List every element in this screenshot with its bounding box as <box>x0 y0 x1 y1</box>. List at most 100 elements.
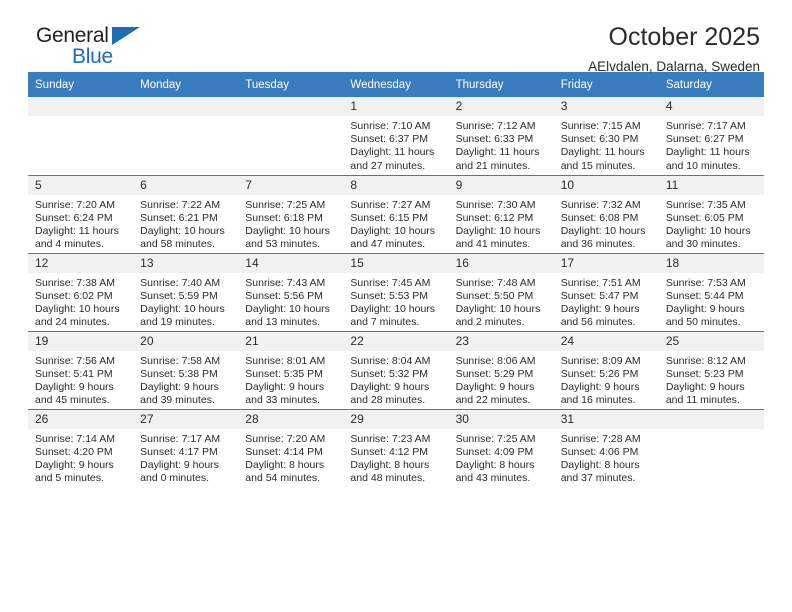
calendar-day-cell[interactable]: 6 Sunrise: 7:22 AM Sunset: 6:21 PM Daylight… <box>133 174 239 253</box>
calendar-day-cell[interactable]: 22 Sunrise: 8:04 AM Sunset: 5:32 PM Dayligh… <box>343 330 449 409</box>
calendar-cell-empty <box>658 408 764 487</box>
sunrise-text: Sunrise: 7:15 AM <box>560 120 641 132</box>
sunset-text: Sunset: 4:17 PM <box>140 445 218 458</box>
calendar-day-cell[interactable]: 24 Sunrise: 8:09 AM Sunset: 5:26 PM Dayligh… <box>553 330 659 409</box>
calendar-day-cell[interactable]: 13 Sunrise: 7:40 AM Sunset: 5:59 PM Dayligh… <box>133 252 239 331</box>
calendar-day-cell[interactable]: 18 Sunrise: 7:53 AM Sunset: 5:44 PM Dayligh… <box>658 252 764 331</box>
calendar-day-cell[interactable]: 15 Sunrise: 7:45 AM Sunset: 5:53 PM Dayligh… <box>343 252 449 331</box>
calendar-week-row: 26 Sunrise: 7:14 AM Sunset: 4:20 PM Dayligh… <box>28 408 764 487</box>
daylight-text-line1: Daylight: 9 hours <box>245 380 325 393</box>
daylight-text-line1: Daylight: 8 hours <box>560 458 640 471</box>
day-number: 19 <box>28 331 134 351</box>
calendar-day-cell[interactable]: 3 Sunrise: 7:15 AM Sunset: 6:30 PM Daylight… <box>553 97 659 175</box>
calendar-day-cell[interactable]: 2 Sunrise: 7:12 AM Sunset: 6:33 PM Daylight… <box>448 97 554 175</box>
day-number: 12 <box>28 253 134 273</box>
day-details: Sunrise: 7:45 AM Sunset: 5:53 PM Daylight:… <box>343 273 448 330</box>
calendar-day-cell[interactable]: 17 Sunrise: 7:51 AM Sunset: 5:47 PM Dayligh… <box>553 252 659 331</box>
calendar-day-cell[interactable]: 25 Sunrise: 8:12 AM Sunset: 5:23 PM Dayligh… <box>658 330 764 409</box>
calendar-day-cell[interactable]: 20 Sunrise: 7:58 AM Sunset: 5:38 PM Dayligh… <box>133 330 239 409</box>
calendar-day-cell[interactable]: 4 Sunrise: 7:17 AM Sunset: 6:27 PM Daylight… <box>658 97 764 175</box>
calendar-body: 1 Sunrise: 7:10 AM Sunset: 6:37 PM Daylight… <box>28 97 764 487</box>
calendar-day-cell[interactable]: 7 Sunrise: 7:25 AM Sunset: 6:18 PM Daylight… <box>238 174 344 253</box>
day-number: 3 <box>553 97 659 116</box>
sunset-text: Sunset: 6:15 PM <box>350 211 429 224</box>
sunrise-text: Sunrise: 8:12 AM <box>665 354 746 367</box>
day-number: 29 <box>343 409 449 429</box>
daylight-text-line1: Daylight: 10 hours <box>455 302 541 315</box>
daylight-text-line2: and 53 minutes. <box>245 238 320 251</box>
daylight-text-line1: Daylight: 11 hours <box>35 224 119 237</box>
day-number <box>133 97 239 116</box>
sunrise-text: Sunrise: 7:40 AM <box>140 276 221 289</box>
day-number: 13 <box>133 253 239 273</box>
day-number: 9 <box>448 175 554 195</box>
calendar-page: General Blue October 2025 AElvdalen, Dal… <box>0 0 792 612</box>
day-number: 23 <box>448 331 554 351</box>
day-details: Sunrise: 7:17 AM Sunset: 6:27 PM Daylight:… <box>659 116 764 173</box>
day-details: Sunrise: 7:43 AM Sunset: 5:56 PM Daylight:… <box>238 273 343 330</box>
daylight-text-line2: and 27 minutes. <box>350 159 426 172</box>
daylight-text-line1: Daylight: 10 hours <box>245 224 330 237</box>
sunrise-text: Sunrise: 7:56 AM <box>35 354 115 367</box>
sunrise-text: Sunrise: 7:38 AM <box>35 276 115 289</box>
calendar-day-cell[interactable]: 14 Sunrise: 7:43 AM Sunset: 5:56 PM Dayligh… <box>238 252 344 331</box>
calendar-cell-empty <box>238 97 344 175</box>
daylight-text-line1: Daylight: 8 hours <box>455 458 535 471</box>
calendar-day-cell[interactable]: 1 Sunrise: 7:10 AM Sunset: 6:37 PM Daylight… <box>343 97 449 175</box>
calendar-day-cell[interactable]: 11 Sunrise: 7:35 AM Sunset: 6:05 PM Dayligh… <box>658 174 764 253</box>
daylight-text-line2: and 2 minutes. <box>455 316 525 329</box>
sunset-text: Sunset: 4:14 PM <box>245 445 323 458</box>
sunrise-text: Sunrise: 7:22 AM <box>140 198 221 211</box>
day-details: Sunrise: 7:58 AM Sunset: 5:38 PM Daylight:… <box>133 351 238 408</box>
page-header: General Blue October 2025 AElvdalen, Dal… <box>28 0 764 75</box>
day-number: 6 <box>133 175 239 195</box>
daylight-text-line2: and 21 minutes. <box>455 159 531 172</box>
sunrise-text: Sunrise: 7:20 AM <box>35 198 115 211</box>
day-number: 26 <box>28 409 134 429</box>
calendar-day-cell[interactable]: 19 Sunrise: 7:56 AM Sunset: 5:41 PM Dayligh… <box>28 330 134 409</box>
day-number: 4 <box>658 97 764 116</box>
calendar-day-cell[interactable]: 23 Sunrise: 8:06 AM Sunset: 5:29 PM Dayligh… <box>448 330 554 409</box>
day-details: Sunrise: 8:04 AM Sunset: 5:32 PM Daylight:… <box>343 351 448 408</box>
daylight-text-line1: Daylight: 9 hours <box>350 380 430 393</box>
calendar-day-cell[interactable]: 10 Sunrise: 7:32 AM Sunset: 6:08 PM Dayligh… <box>553 174 659 253</box>
calendar-day-cell[interactable]: 16 Sunrise: 7:48 AM Sunset: 5:50 PM Dayligh… <box>448 252 554 331</box>
sunset-text: Sunset: 6:37 PM <box>350 133 429 146</box>
calendar-day-cell[interactable]: 28 Sunrise: 7:20 AM Sunset: 4:14 PM Dayligh… <box>238 408 344 487</box>
calendar-week-row: 19 Sunrise: 7:56 AM Sunset: 5:41 PM Dayligh… <box>28 330 764 409</box>
calendar-day-cell[interactable]: 26 Sunrise: 7:14 AM Sunset: 4:20 PM Dayligh… <box>28 408 134 487</box>
general-blue-logo[interactable]: General Blue <box>36 24 156 70</box>
sunset-text: Sunset: 5:41 PM <box>35 367 113 380</box>
day-details: Sunrise: 7:20 AM Sunset: 4:14 PM Daylight:… <box>238 429 343 486</box>
calendar-day-cell[interactable]: 12 Sunrise: 7:38 AM Sunset: 6:02 PM Dayligh… <box>28 252 134 331</box>
daylight-text-line1: Daylight: 11 hours <box>665 146 750 159</box>
title-block: October 2025 AElvdalen, Dalarna, Sweden <box>588 24 764 75</box>
day-details: Sunrise: 7:28 AM Sunset: 4:06 PM Daylight:… <box>554 429 659 486</box>
calendar-day-cell[interactable]: 5 Sunrise: 7:20 AM Sunset: 6:24 PM Daylight… <box>28 174 134 253</box>
calendar-day-cell[interactable]: 27 Sunrise: 7:17 AM Sunset: 4:17 PM Dayligh… <box>133 408 239 487</box>
daylight-text-line2: and 10 minutes. <box>665 159 741 172</box>
calendar-day-cell[interactable]: 30 Sunrise: 7:25 AM Sunset: 4:09 PM Dayligh… <box>448 408 554 487</box>
sunset-text: Sunset: 5:23 PM <box>665 367 744 380</box>
daylight-text-line1: Daylight: 9 hours <box>560 380 640 393</box>
daylight-text-line2: and 22 minutes. <box>455 394 531 407</box>
day-number <box>28 97 134 116</box>
weekday-header-row: Sunday Monday Tuesday Wednesday Thursday Frid… <box>28 72 764 97</box>
calendar-day-cell[interactable]: 21 Sunrise: 8:01 AM Sunset: 5:35 PM Dayligh… <box>238 330 344 409</box>
daylight-text-line1: Daylight: 9 hours <box>665 302 745 315</box>
calendar-cell-empty <box>28 97 134 175</box>
calendar-day-cell[interactable]: 29 Sunrise: 7:23 AM Sunset: 4:12 PM Dayligh… <box>343 408 449 487</box>
weekday-header-wednesday: Wednesday <box>343 72 449 97</box>
calendar-day-cell[interactable]: 31 Sunrise: 7:28 AM Sunset: 4:06 PM Dayligh… <box>553 408 659 487</box>
sunrise-text: Sunrise: 7:17 AM <box>140 432 221 445</box>
sunset-text: Sunset: 6:21 PM <box>140 211 218 224</box>
calendar-day-cell[interactable]: 8 Sunrise: 7:27 AM Sunset: 6:15 PM Daylight… <box>343 174 449 253</box>
sunset-text: Sunset: 6:30 PM <box>560 133 639 146</box>
calendar-day-cell[interactable]: 9 Sunrise: 7:30 AM Sunset: 6:12 PM Daylight… <box>448 174 554 253</box>
day-details: Sunrise: 7:10 AM Sunset: 6:37 PM Daylight:… <box>343 116 448 173</box>
daylight-text-line2: and 5 minutes. <box>35 472 104 485</box>
day-details: Sunrise: 8:01 AM Sunset: 5:35 PM Daylight:… <box>238 351 343 408</box>
sunset-text: Sunset: 5:56 PM <box>245 289 323 302</box>
weekday-header-thursday: Thursday <box>448 72 554 97</box>
sunset-text: Sunset: 4:12 PM <box>350 445 429 458</box>
